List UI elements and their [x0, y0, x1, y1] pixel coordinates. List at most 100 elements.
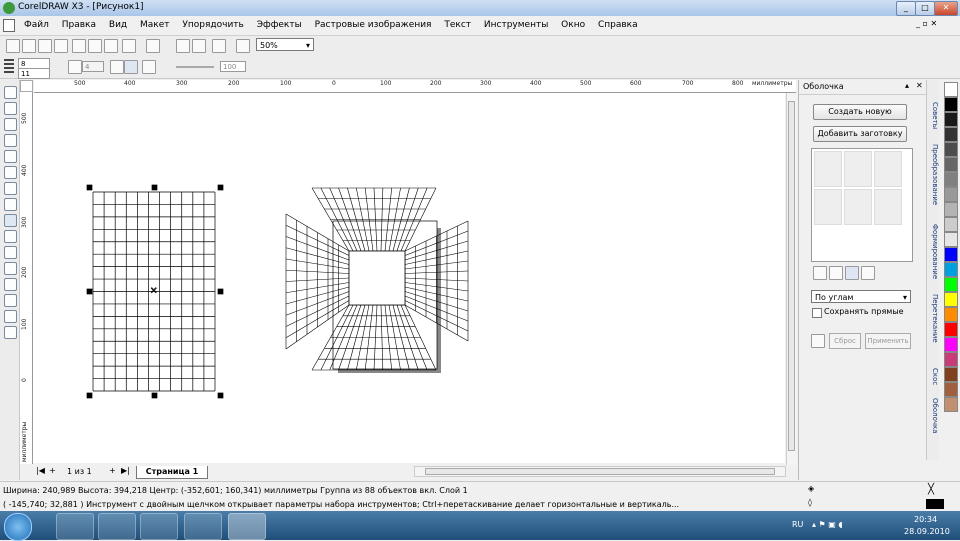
- close-icon[interactable]: ✕: [916, 81, 923, 90]
- internet-explorer-icon[interactable]: [56, 513, 94, 540]
- keep-lines-checkbox[interactable]: [812, 308, 822, 318]
- basic-shapes-tool-icon[interactable]: [4, 230, 17, 243]
- palette-swatch[interactable]: [944, 127, 958, 142]
- new-icon[interactable]: [6, 39, 20, 53]
- palette-swatch[interactable]: [944, 232, 958, 247]
- preset-thumbnail[interactable]: [874, 189, 902, 225]
- opacity-input[interactable]: 100: [220, 61, 246, 72]
- palette-swatch[interactable]: [944, 187, 958, 202]
- double-arc-mode-icon[interactable]: [845, 266, 859, 280]
- menu-text[interactable]: Текст: [444, 16, 471, 34]
- cut-icon[interactable]: [72, 39, 86, 53]
- add-preset-button[interactable]: Добавить заготовку: [813, 126, 907, 142]
- doc-window-controls-icon[interactable]: _ ▫ ✕: [916, 19, 937, 28]
- application-launcher-icon[interactable]: [212, 39, 226, 53]
- zoom-tool-icon[interactable]: [4, 134, 17, 147]
- palette-swatch[interactable]: [944, 292, 958, 307]
- menu-edit[interactable]: Правка: [62, 16, 96, 34]
- menu-tools[interactable]: Инструменты: [484, 16, 548, 34]
- collapse-icon[interactable]: ▴: [905, 81, 909, 90]
- apply-button[interactable]: Применить: [865, 333, 911, 349]
- preset-thumbnail[interactable]: [844, 189, 872, 225]
- tab-envelope[interactable]: Оболочка: [927, 398, 939, 434]
- preset-gallery[interactable]: [811, 148, 913, 262]
- preset-thumbnail[interactable]: [874, 151, 902, 187]
- crop-tool-icon[interactable]: [4, 118, 17, 131]
- palette-swatch[interactable]: [944, 382, 958, 397]
- palette-swatch[interactable]: [944, 97, 958, 112]
- opacity-slider[interactable]: [176, 66, 214, 68]
- last-page-button[interactable]: ▶|: [121, 466, 130, 475]
- tab-bevel[interactable]: Скос: [927, 368, 939, 385]
- menu-bitmaps[interactable]: Растровые изображения: [315, 16, 432, 34]
- palette-swatch[interactable]: [944, 142, 958, 157]
- selection-handle[interactable]: [86, 184, 93, 191]
- ellipse-tool-icon[interactable]: [4, 198, 17, 211]
- selection-handle[interactable]: [151, 392, 158, 399]
- horizontal-scrollbar[interactable]: [414, 466, 786, 477]
- export-icon[interactable]: [192, 39, 206, 53]
- eyedropper-icon[interactable]: [811, 334, 825, 348]
- graph-paper-tool-icon[interactable]: [4, 214, 17, 227]
- tab-shaping[interactable]: Формирование: [927, 224, 939, 279]
- vertical-scrollbar[interactable]: [786, 93, 797, 465]
- import-icon[interactable]: [176, 39, 190, 53]
- eyedropper-tool-icon[interactable]: [4, 278, 17, 291]
- preset-thumbnail[interactable]: [814, 189, 842, 225]
- fill-indicator-icon[interactable]: ◈: [808, 484, 816, 494]
- outline-indicator-icon[interactable]: ◊: [808, 498, 816, 508]
- maximize-window-button[interactable]: □: [915, 1, 935, 16]
- tab-hints[interactable]: Советы: [927, 102, 939, 129]
- preset-thumbnail[interactable]: [814, 151, 842, 187]
- text-tool-icon[interactable]: [4, 246, 17, 259]
- redo-icon[interactable]: [146, 39, 160, 53]
- smart-fill-tool-icon[interactable]: [4, 166, 17, 179]
- pick-tool-icon[interactable]: [4, 86, 17, 99]
- zoom-level-select[interactable]: 50% ▾: [256, 38, 314, 51]
- palette-swatch[interactable]: [944, 172, 958, 187]
- next-page-button[interactable]: +: [109, 466, 116, 475]
- shape-tool-icon[interactable]: [4, 102, 17, 115]
- explorer-icon[interactable]: [98, 513, 136, 540]
- prev-page-button[interactable]: +: [49, 466, 56, 475]
- close-window-button[interactable]: ✕: [934, 1, 958, 16]
- palette-swatch[interactable]: [944, 277, 958, 292]
- palette-swatch[interactable]: [944, 367, 958, 382]
- create-new-button[interactable]: Создать новую: [813, 104, 907, 120]
- paste-icon[interactable]: [104, 39, 118, 53]
- palette-swatch[interactable]: [944, 352, 958, 367]
- menu-effects[interactable]: Эффекты: [257, 16, 302, 34]
- selection-handle[interactable]: [86, 392, 93, 399]
- language-indicator[interactable]: RU: [792, 520, 803, 529]
- media-player-icon[interactable]: [140, 513, 178, 540]
- word-icon[interactable]: [184, 513, 222, 540]
- mapping-mode-select[interactable]: По углам ▾: [811, 290, 911, 303]
- selection-handle[interactable]: [217, 184, 224, 191]
- envelope-shape-group[interactable]: [285, 187, 469, 373]
- palette-swatch[interactable]: [944, 217, 958, 232]
- palette-swatch[interactable]: [944, 247, 958, 262]
- interactive-fill-tool-icon[interactable]: [4, 326, 17, 339]
- reset-button[interactable]: Сброс: [829, 333, 861, 349]
- welcome-screen-icon[interactable]: [236, 39, 250, 53]
- palette-swatch[interactable]: [944, 157, 958, 172]
- outline-tool-icon[interactable]: [4, 294, 17, 307]
- menu-window[interactable]: Окно: [561, 16, 585, 34]
- palette-swatch[interactable]: [944, 202, 958, 217]
- menu-layout[interactable]: Макет: [140, 16, 170, 34]
- menu-file[interactable]: Файл: [24, 16, 49, 34]
- tab-transform[interactable]: Преобразование: [927, 144, 939, 205]
- freehand-tool-icon[interactable]: [4, 150, 17, 163]
- height-input[interactable]: 11: [18, 68, 50, 79]
- start-button[interactable]: [4, 513, 32, 541]
- save-icon[interactable]: [38, 39, 52, 53]
- palette-swatch[interactable]: [944, 112, 958, 127]
- palette-swatch[interactable]: [944, 82, 958, 97]
- palette-swatch[interactable]: [944, 337, 958, 352]
- interactive-blend-tool-icon[interactable]: [4, 262, 17, 275]
- straight-line-mode-icon[interactable]: [813, 266, 827, 280]
- coreldraw-taskbar-icon[interactable]: [228, 513, 266, 540]
- offset-icon[interactable]: [110, 60, 124, 74]
- ruler-origin[interactable]: [20, 80, 33, 92]
- steps-input[interactable]: 4: [82, 61, 104, 72]
